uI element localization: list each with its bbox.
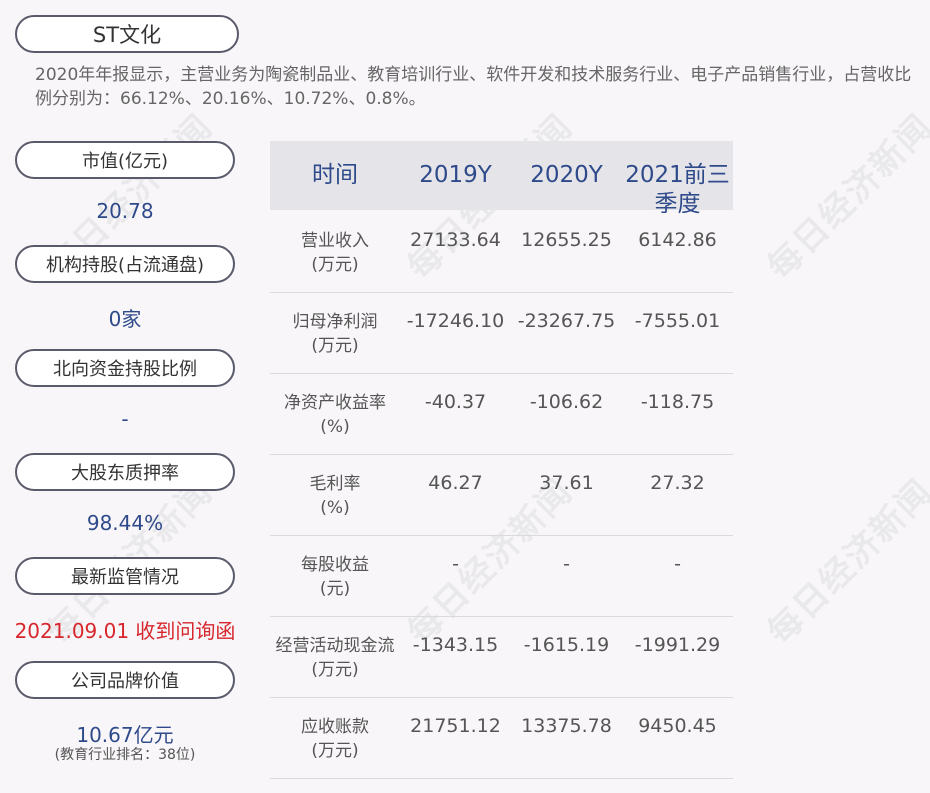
northbound-holding-value: -	[121, 407, 129, 431]
table-row: 经营活动现金流 (万元) -1343.15 -1615.19 -1991.29	[270, 616, 733, 698]
row-label: 应收账款 (万元)	[301, 717, 369, 761]
row-value: -1343.15	[412, 634, 499, 656]
header-time: 时间	[312, 162, 358, 188]
brand-value-label: 公司品牌价值	[15, 661, 235, 699]
row-value: -40.37	[424, 391, 487, 413]
row-value: -106.62	[529, 391, 604, 413]
institution-holding-label: 机构持股(占流通盘)	[15, 245, 235, 283]
row-label: 毛利率 (%)	[309, 474, 361, 518]
institution-holding-value: 0家	[108, 307, 142, 331]
row-label: 归母净利润 (万元)	[292, 312, 378, 356]
row-label: 营业收入 (万元)	[301, 231, 369, 275]
regulatory-value: 2021.09.01 收到问询函	[14, 619, 236, 643]
row-value: -17246.10	[406, 310, 505, 332]
row-label: 经营活动现金流 (万元)	[275, 636, 395, 680]
row-value: -1991.29	[634, 634, 721, 656]
row-value: 27.32	[650, 472, 705, 494]
row-value: 37.61	[539, 472, 594, 494]
row-value: 6142.86	[638, 229, 717, 251]
table-row: 归母净利润 (万元) -17246.10 -23267.75 -7555.01	[270, 292, 733, 374]
row-value: 46.27	[428, 472, 483, 494]
row-value: 21751.12	[410, 715, 501, 737]
row-label: 每股收益 (元)	[301, 555, 369, 599]
pledge-ratio-label: 大股东质押率	[15, 453, 235, 491]
watermark: 每日经济新闻	[759, 106, 930, 288]
header-2019: 2019Y	[419, 162, 492, 188]
table-row: 营业收入 (万元) 27133.64 12655.25 6142.86	[270, 211, 733, 293]
northbound-holding-label: 北向资金持股比例	[15, 349, 235, 387]
watermark: 每日经济新闻	[759, 471, 930, 653]
table-row: 每股收益 (元) - - -	[270, 535, 733, 617]
table-row: 毛利率 (%) 46.27 37.61 27.32	[270, 454, 733, 536]
row-value: -	[452, 553, 459, 575]
market-cap-value: 20.78	[96, 199, 154, 223]
row-value: 13375.78	[521, 715, 612, 737]
brand-rank-note: (教育行业排名：38位)	[54, 747, 196, 763]
row-value: -118.75	[640, 391, 715, 413]
row-value: -	[563, 553, 570, 575]
row-value: 12655.25	[521, 229, 612, 251]
regulatory-label: 最新监管情况	[15, 557, 235, 595]
row-value: -7555.01	[634, 310, 721, 332]
row-value: -	[674, 553, 681, 575]
table-row: 应收账款 (万元) 21751.12 13375.78 9450.45	[270, 697, 733, 779]
market-cap-label: 市值(亿元)	[15, 141, 235, 179]
table-header: 时间 2019Y 2020Y 2021前三 季度	[270, 141, 733, 217]
business-summary: 2020年年报显示，主营业务为陶瓷制品业、教育培训行业、软件开发和技术服务行业、…	[35, 65, 912, 109]
table-row: 净资产收益率 (%) -40.37 -106.62 -118.75	[270, 373, 733, 455]
pledge-ratio-value: 98.44%	[86, 511, 164, 535]
row-value: -23267.75	[517, 310, 616, 332]
row-label: 净资产收益率 (%)	[284, 393, 386, 437]
stock-title: ST文化	[15, 15, 239, 53]
row-value: 27133.64	[410, 229, 501, 251]
header-2020: 2020Y	[530, 162, 603, 188]
row-value: -1615.19	[523, 634, 610, 656]
row-value: 9450.45	[638, 715, 717, 737]
